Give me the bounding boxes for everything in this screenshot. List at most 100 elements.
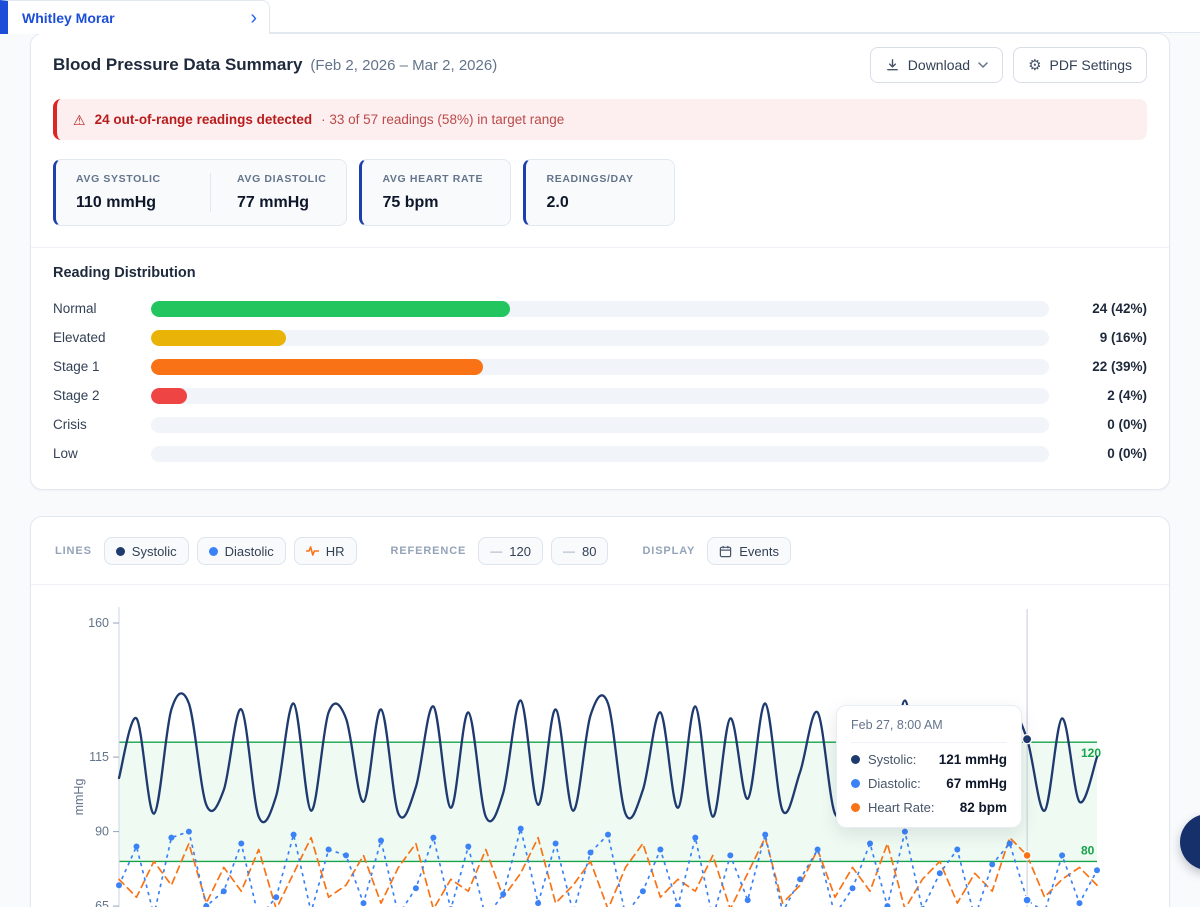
line-toggle-systolic[interactable]: Systolic: [103, 537, 189, 565]
alert-banner: ⚠ 24 out-of-range readings detected · 33…: [53, 99, 1147, 140]
distribution-bar: [151, 300, 511, 317]
stat-label: AVG DIASTOLIC: [237, 173, 327, 185]
stat: READINGS/DAY 2.0: [546, 173, 654, 212]
stat-value: 2.0: [546, 194, 569, 211]
chart-card: LINES Systolic Diastolic HR REFERENCE — 12…: [30, 516, 1170, 907]
distribution-track: [151, 445, 1049, 462]
chip-label: HR: [325, 543, 345, 559]
stat-card: READINGS/DAY 2.0: [523, 159, 676, 226]
reference-toggles: — 120 — 80: [478, 537, 609, 565]
distribution-count: 0 (0%): [1107, 417, 1147, 432]
tooltip-label: Heart Rate:: [868, 800, 935, 815]
stat-label: READINGS/DAY: [546, 173, 634, 185]
page: Whitley Morar › Blood Pressure Data Summ…: [0, 0, 1200, 907]
reference-toggle-80[interactable]: — 80: [550, 537, 609, 565]
patient-tab[interactable]: Whitley Morar ›: [0, 0, 270, 34]
svg-text:115: 115: [89, 750, 109, 764]
page-title: Blood Pressure Data Summary (Feb 2, 2026 …: [53, 55, 497, 75]
floating-action-button[interactable]: [1180, 814, 1200, 870]
tooltip-date: Feb 27, 8:00 AM: [851, 718, 1007, 743]
distribution-label: Low: [53, 446, 78, 461]
chip-label: Diastolic: [224, 543, 274, 559]
chip-label: 80: [581, 543, 597, 559]
distribution-track: [151, 387, 1049, 404]
stat-cards: AVG SYSTOLIC 110 mmHg AVG DIASTOLIC 77 m…: [53, 159, 1147, 226]
series-dot-icon: [115, 546, 125, 556]
alert-title: 24 out-of-range readings detected: [94, 112, 313, 127]
distribution-label: Crisis: [53, 417, 87, 432]
calendar-icon: [720, 545, 732, 557]
line-toggles: Systolic Diastolic HR: [103, 537, 357, 565]
stat-card: AVG SYSTOLIC 110 mmHg AVG DIASTOLIC 77 m…: [53, 159, 348, 226]
reading-distribution: Normal 24 (42%) Elevated 9 (16%) Stage 1…: [31, 294, 1169, 468]
download-button[interactable]: Download: [869, 47, 1004, 83]
distribution-row: Elevated 9 (16%): [31, 323, 1169, 352]
pdf-settings-button[interactable]: ⚙ PDF Settings: [1013, 47, 1147, 83]
svg-text:80: 80: [1081, 843, 1095, 857]
series-dot-icon: [851, 803, 860, 812]
distribution-row: Low 0 (0%): [31, 439, 1169, 468]
chart-tooltip: Feb 27, 8:00 AM Systolic: 121 mmHg Diast…: [836, 705, 1022, 828]
line-toggle-hr[interactable]: HR: [293, 537, 357, 565]
chip-label: Events: [739, 543, 780, 559]
summary-card: Blood Pressure Data Summary (Feb 2, 2026 …: [30, 33, 1170, 490]
date-range: (Feb 2, 2026 – Mar 2, 2026): [310, 57, 498, 74]
reference-line-icon: —: [562, 544, 575, 558]
chip-label: Systolic: [131, 543, 177, 559]
tooltip-row: Systolic: 121 mmHg: [851, 752, 1007, 767]
lines-group-label: LINES: [55, 545, 92, 557]
distribution-count: 2 (4%): [1107, 388, 1147, 403]
stat-card: AVG HEART RATE 75 bpm: [359, 159, 512, 226]
alert-detail: · 33 of 57 readings (58%) in target rang…: [321, 112, 565, 127]
distribution-count: 22 (39%): [1092, 359, 1147, 374]
distribution-label: Elevated: [53, 330, 106, 345]
gear-icon: ⚙: [1028, 56, 1042, 74]
distribution-count: 24 (42%): [1092, 301, 1147, 316]
chevron-right-icon[interactable]: ›: [250, 8, 257, 28]
svg-text:65: 65: [95, 899, 109, 907]
bp-trend-chart[interactable]: 120 80 160 115 90 65 mmHg Feb 27, 8:00 AM Syst…: [31, 585, 1169, 907]
stat-label: AVG SYSTOLIC: [76, 173, 161, 185]
distribution-track: [151, 300, 1049, 317]
distribution-track: [151, 329, 1049, 346]
series-dot-icon: [851, 755, 860, 764]
svg-text:120: 120: [1081, 746, 1101, 760]
distribution-title: Reading Distribution: [53, 265, 196, 281]
stat-value: 110 mmHg: [76, 194, 157, 211]
hr-pulse-icon: [305, 546, 319, 556]
stat-value: 75 bpm: [382, 194, 439, 211]
distribution-row: Stage 2 2 (4%): [31, 381, 1169, 410]
stat-value: 77 mmHg: [237, 194, 310, 211]
warning-icon: ⚠: [73, 111, 86, 128]
reference-line-icon: —: [490, 544, 503, 558]
stat: AVG DIASTOLIC 77 mmHg: [210, 173, 326, 212]
series-dot-icon: [851, 779, 860, 788]
svg-text:160: 160: [88, 616, 109, 630]
tooltip-value: 82 bpm: [959, 800, 1007, 815]
pdf-settings-label: PDF Settings: [1049, 57, 1132, 73]
divider: [31, 247, 1169, 248]
tooltip-row: Diastolic: 67 mmHg: [851, 776, 1007, 791]
distribution-label: Normal: [53, 301, 97, 316]
reference-group-label: REFERENCE: [390, 545, 467, 557]
display-toggles: Events: [707, 537, 792, 565]
reference-toggle-120[interactable]: — 120: [478, 537, 543, 565]
line-toggle-diastolic[interactable]: Diastolic: [196, 537, 286, 565]
tooltip-value: 121 mmHg: [938, 752, 1007, 767]
distribution-label: Stage 2: [53, 388, 100, 403]
distribution-bar: [151, 329, 286, 346]
svg-text:90: 90: [95, 825, 109, 839]
tooltip-label: Diastolic:: [868, 776, 921, 791]
distribution-row: Normal 24 (42%): [31, 294, 1169, 323]
display-toggle-events[interactable]: Events: [707, 537, 792, 565]
tooltip-label: Systolic:: [868, 752, 917, 767]
chevron-down-icon: [978, 62, 988, 68]
distribution-label: Stage 1: [53, 359, 100, 374]
distribution-count: 9 (16%): [1099, 330, 1147, 345]
series-dot-icon: [208, 546, 218, 556]
distribution-row: Crisis 0 (0%): [31, 410, 1169, 439]
summary-title: Blood Pressure Data Summary: [53, 55, 303, 74]
distribution-row: Stage 1 22 (39%): [31, 352, 1169, 381]
distribution-bar: [151, 358, 484, 375]
tooltip-value: 67 mmHg: [946, 776, 1007, 791]
